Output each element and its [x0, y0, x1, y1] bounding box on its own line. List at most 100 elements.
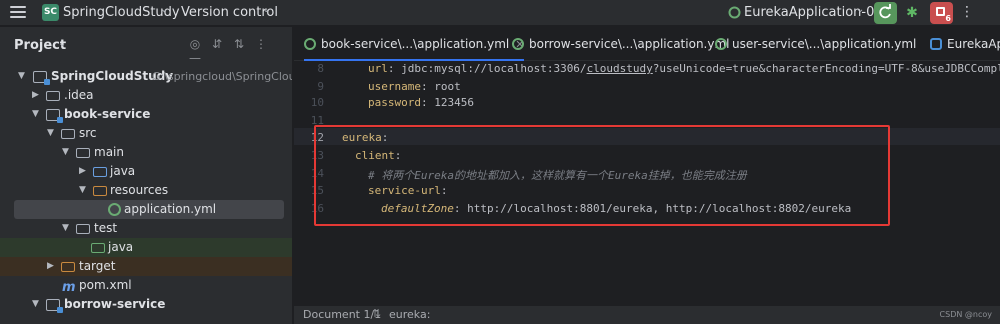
tree-item-label: application.yml [124, 202, 217, 216]
yaml-value-link: cloudstudy [586, 62, 653, 75]
yml-icon [715, 38, 727, 50]
chevron-down-icon[interactable]: ▼ [79, 181, 86, 200]
tree-item-java[interactable]: ▶ java [0, 162, 292, 181]
chevron-down-icon[interactable]: ⌄ [856, 4, 864, 15]
tree-item-path: G:\springcloud\SpringCloudS [152, 70, 292, 83]
tree-item-label: target [79, 259, 116, 273]
tree-item-application-yml[interactable]: application.yml [14, 200, 284, 219]
tree-item-resources[interactable]: ▼ resources [0, 181, 292, 200]
tree-item-label: borrow-service [64, 297, 166, 311]
chevron-up-down-icon[interactable]: ⇅ [372, 307, 381, 320]
chevron-right-icon[interactable]: ▶ [32, 86, 39, 105]
yaml-key: url [368, 62, 388, 75]
chevron-down-icon[interactable]: ▼ [18, 67, 25, 86]
breadcrumb[interactable]: eureka: [389, 308, 430, 321]
yml-icon [304, 38, 316, 50]
editor-tab-bar: book-service\...\application.yml ✕ borrow… [294, 27, 1000, 61]
chevron-right-icon[interactable]: ▶ [47, 257, 54, 276]
tab-borrow-service-application-yml[interactable]: borrow-service\...\application.yml [512, 27, 729, 61]
stop-icon [936, 7, 945, 16]
editor-status-bar: Document 1/1 ⇅ eureka: CSDN @ncoy [294, 305, 1000, 324]
tree-item-src[interactable]: ▼ src [0, 124, 292, 143]
tree-item-test[interactable]: ▼ test [0, 219, 292, 238]
tab-book-service-application-yml[interactable]: book-service\...\application.yml ✕ [304, 27, 525, 61]
excluded-folder-icon [61, 262, 75, 272]
folder-icon [61, 129, 75, 139]
yaml-key: username [368, 80, 421, 93]
rerun-icon [879, 4, 891, 19]
tree-item-book-service[interactable]: ▼ book-service [0, 105, 292, 124]
tab-label: borrow-service\...\application.yml [529, 37, 730, 51]
tree-item-label: .idea [64, 88, 94, 102]
yml-file-icon [108, 203, 121, 216]
tree-item-label: src [79, 126, 97, 140]
tree-item-label: main [94, 145, 124, 159]
tree-item-label: book-service [64, 107, 151, 121]
collapse-all-icon[interactable]: ⇅ [230, 37, 248, 51]
java-class-icon [930, 38, 942, 50]
main-menu-icon[interactable] [10, 6, 26, 20]
tab-label: book-service\...\application.yml [321, 37, 510, 51]
module-icon [46, 109, 63, 123]
yml-icon [512, 38, 524, 50]
tree-item-test-java[interactable]: java [0, 238, 292, 257]
chevron-down-icon[interactable]: ⌄ [160, 4, 168, 15]
code-line-10: password: 123456 [368, 96, 474, 109]
title-bar: SC SpringCloudStudy ⌄ Version control ⌄ … [0, 0, 1000, 26]
yaml-value: ?useUnicode=true&characterEncoding=UTF-8… [652, 62, 1000, 75]
chevron-down-icon[interactable]: ▼ [62, 143, 69, 162]
rerun-button[interactable] [874, 2, 897, 24]
yaml-value: jdbc:mysql://localhost:3306/ [401, 62, 587, 75]
annotation-highlight-box [314, 125, 890, 226]
tab-label: user-service\...\application.yml [732, 37, 917, 51]
tree-item-borrow-service[interactable]: ▼ borrow-service [0, 295, 292, 314]
debug-icon[interactable]: ✱ [902, 4, 922, 22]
tree-item-main[interactable]: ▼ main [0, 143, 292, 162]
tree-item-idea[interactable]: ▶ .idea [0, 86, 292, 105]
project-tool-window: Project ⌄ ◎ ⇵ ⇅ ⋮— ▼ SpringCloudStudy G:\sp… [0, 27, 293, 324]
chevron-down-icon[interactable]: ▼ [47, 124, 54, 143]
stop-button[interactable]: 6 [930, 2, 953, 24]
tree-item-label: resources [110, 183, 169, 197]
test-folder-icon [91, 243, 105, 253]
expand-all-icon[interactable]: ⇵ [208, 37, 226, 51]
watermark: CSDN @ncoy [939, 310, 992, 319]
tree-item-target[interactable]: ▶ target [0, 257, 292, 276]
code-line-8: url: jdbc:mysql://localhost:3306/cloudst… [368, 62, 1000, 75]
tab-label: EurekaApp [947, 37, 1000, 51]
project-badge[interactable]: SC [42, 4, 59, 21]
chevron-right-icon[interactable]: ▶ [79, 162, 86, 181]
yaml-value: root [434, 80, 461, 93]
tree-item-label: java [108, 240, 134, 254]
line-number: 9 [317, 80, 324, 93]
chevron-down-icon[interactable]: ⌄ [262, 4, 270, 15]
folder-icon [76, 224, 90, 234]
module-icon [46, 299, 63, 313]
line-number: 10 [310, 96, 324, 109]
tree-item-pom-xml[interactable]: m pom.xml [0, 276, 292, 295]
spring-boot-icon [728, 6, 741, 19]
chevron-down-icon[interactable]: ▼ [32, 105, 39, 124]
tree-item-label: java [110, 164, 136, 178]
more-actions-icon[interactable]: ⋮ [960, 4, 974, 20]
document-indicator[interactable]: Document 1/1 [303, 308, 381, 321]
more-icon[interactable]: ⋮ [252, 37, 270, 51]
tree-item-label: pom.xml [79, 278, 132, 292]
panel-toolbar: ◎ ⇵ ⇅ ⋮ — [186, 37, 292, 65]
source-folder-icon [93, 167, 107, 177]
resources-folder-icon [93, 186, 107, 196]
code-line-9: username: root [368, 80, 461, 93]
chevron-down-icon[interactable]: ⌄ [58, 38, 66, 49]
chevron-down-icon[interactable]: ▼ [62, 219, 69, 238]
module-icon [33, 71, 50, 85]
folder-icon [76, 148, 90, 158]
minimize-icon[interactable]: — [186, 51, 204, 65]
line-number: 8 [317, 62, 324, 75]
running-count-badge: 6 [945, 14, 951, 23]
locate-icon[interactable]: ◎ [186, 37, 204, 51]
chevron-down-icon[interactable]: ▼ [32, 295, 39, 314]
tab-user-service-application-yml[interactable]: user-service\...\application.yml [715, 27, 916, 61]
tab-eureka-application[interactable]: EurekaApp [930, 27, 1000, 61]
tree-item-springcloudstudy[interactable]: ▼ SpringCloudStudy G:\springcloud\Spring… [0, 67, 292, 86]
tree-item-label: test [94, 221, 118, 235]
